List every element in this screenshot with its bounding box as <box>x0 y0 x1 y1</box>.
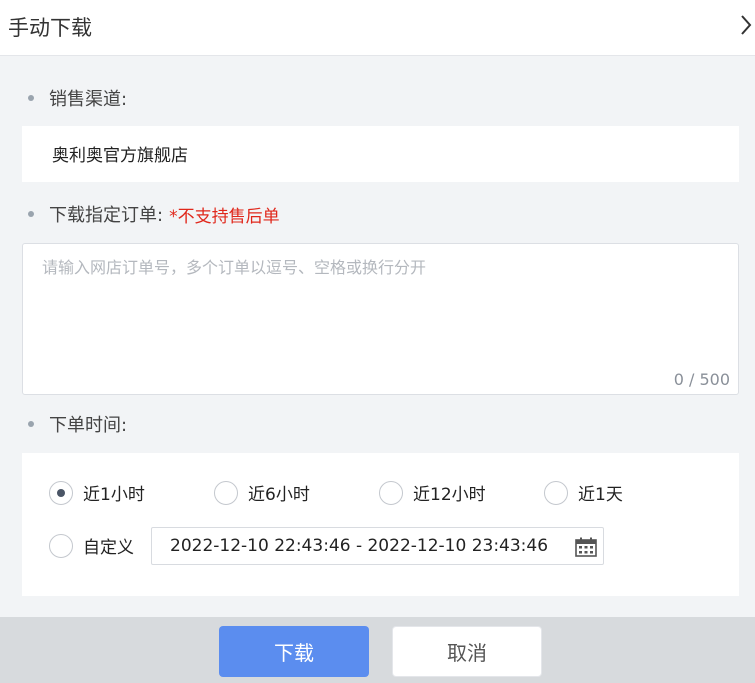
bullet-dot <box>28 421 34 427</box>
channel-label: 销售渠道: <box>49 89 128 110</box>
radio-option-custom[interactable]: 自定义 <box>49 533 134 558</box>
time-box <box>22 453 739 596</box>
download-button[interactable]: 下载 <box>219 626 369 677</box>
bullet-dot <box>28 95 34 101</box>
dialog-header: 手动下载 <box>0 0 755 56</box>
radio-option-12h[interactable]: 近12小时 <box>379 480 486 505</box>
order-number-input[interactable]: 请输入网店订单号，多个订单以逗号、空格或换行分开 0 / 500 <box>22 243 739 395</box>
dialog-title: 手动下载 <box>8 16 92 40</box>
channel-box: 奥利奥官方旗舰店 <box>22 126 739 182</box>
orders-label-row: 下载指定订单: *不支持售后单 <box>28 201 280 227</box>
orders-label: 下载指定订单: <box>49 205 164 226</box>
time-label-row: 下单时间: <box>28 411 127 437</box>
radio-label: 近12小时 <box>413 485 486 505</box>
date-range-picker[interactable]: 2022-12-10 22:43:46 - 2022-12-10 23:43:4… <box>151 527 604 565</box>
radio-button[interactable] <box>49 533 73 558</box>
calendar-icon[interactable] <box>575 537 597 557</box>
radio-label: 自定义 <box>83 538 134 558</box>
channel-value: 奥利奥官方旗舰店 <box>52 146 188 166</box>
order-input-placeholder: 请输入网店订单号，多个订单以逗号、空格或换行分开 <box>42 258 427 277</box>
radio-button[interactable] <box>214 480 238 505</box>
dialog-footer: 下载 取消 <box>0 617 755 683</box>
radio-button[interactable] <box>379 480 403 505</box>
bullet-dot <box>28 211 34 217</box>
time-label: 下单时间: <box>49 415 128 436</box>
radio-label: 近6小时 <box>248 485 310 505</box>
radio-option-1d[interactable]: 近1天 <box>544 480 623 505</box>
radio-option-6h[interactable]: 近6小时 <box>214 480 310 505</box>
date-range-value: 2022-12-10 22:43:46 - 2022-12-10 23:43:4… <box>170 536 549 556</box>
radio-button[interactable] <box>49 480 73 505</box>
orders-note: *不支持售后单 <box>169 206 280 227</box>
radio-button[interactable] <box>544 480 568 505</box>
radio-option-1h[interactable]: 近1小时 <box>49 480 145 505</box>
close-icon[interactable] <box>739 10 755 40</box>
channel-label-row: 销售渠道: <box>28 85 127 111</box>
radio-label: 近1小时 <box>83 485 145 505</box>
char-counter: 0 / 500 <box>673 370 730 389</box>
cancel-button[interactable]: 取消 <box>392 626 542 677</box>
radio-label: 近1天 <box>578 485 623 505</box>
